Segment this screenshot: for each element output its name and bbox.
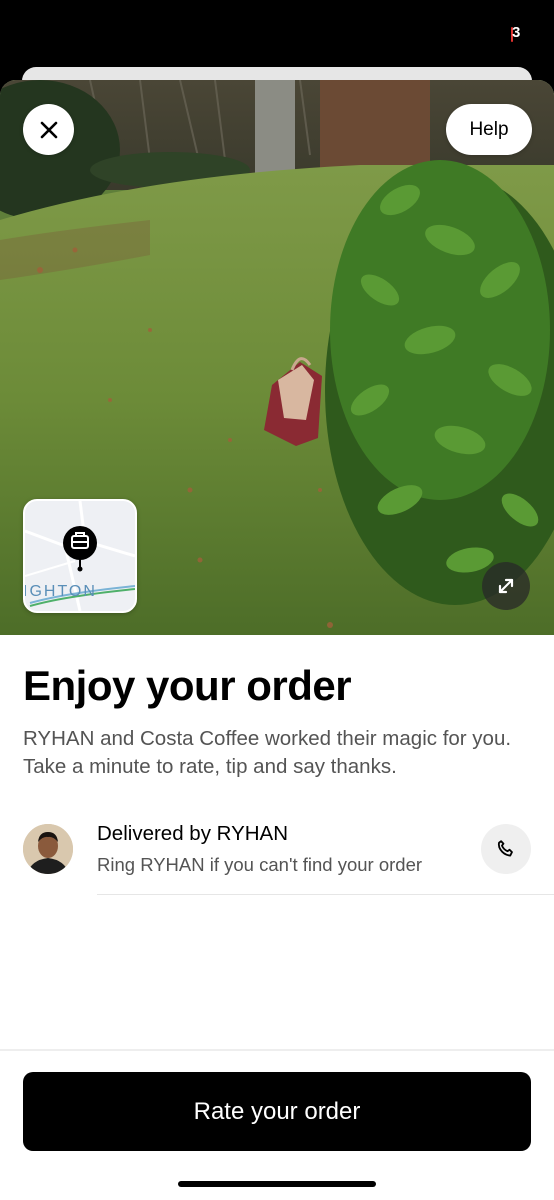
- driver-row: Delivered by RYHAN Ring RYHAN if you can…: [0, 820, 554, 897]
- map-thumbnail[interactable]: IGHTON: [23, 499, 137, 613]
- driver-help-text: Ring RYHAN if you can't find your order: [97, 854, 423, 875]
- delivered-by-label: Delivered by RYHAN: [97, 822, 289, 845]
- close-icon: [40, 121, 57, 138]
- rate-order-button[interactable]: Rate your order: [23, 1072, 531, 1151]
- home-indicator[interactable]: [178, 1181, 376, 1187]
- driver-photo: [23, 824, 73, 874]
- driver-divider: [97, 894, 554, 895]
- page-title: Enjoy your order: [23, 662, 352, 709]
- delivery-photo[interactable]: Help IGHTON: [0, 80, 554, 635]
- order-sheet: Help IGHTON Enjoy your order RYHAN and C…: [0, 80, 554, 1200]
- close-button[interactable]: [23, 104, 74, 155]
- status-bar: 3: [0, 0, 554, 68]
- footer-divider: [0, 1049, 554, 1051]
- expand-photo-button[interactable]: [482, 562, 530, 610]
- notification-count: 3: [512, 24, 521, 41]
- phone-icon: [497, 840, 513, 857]
- screen: 3 Help IGHTON Enjoy your order RYHAN and…: [0, 0, 554, 1200]
- driver-avatar: [23, 824, 73, 874]
- expand-icon: [498, 578, 514, 594]
- map-area-label: IGHTON: [23, 583, 97, 600]
- page-subtitle: RYHAN and Costa Coffee worked their magi…: [23, 727, 512, 778]
- call-driver-button[interactable]: [481, 824, 531, 874]
- help-button[interactable]: Help: [446, 104, 532, 155]
